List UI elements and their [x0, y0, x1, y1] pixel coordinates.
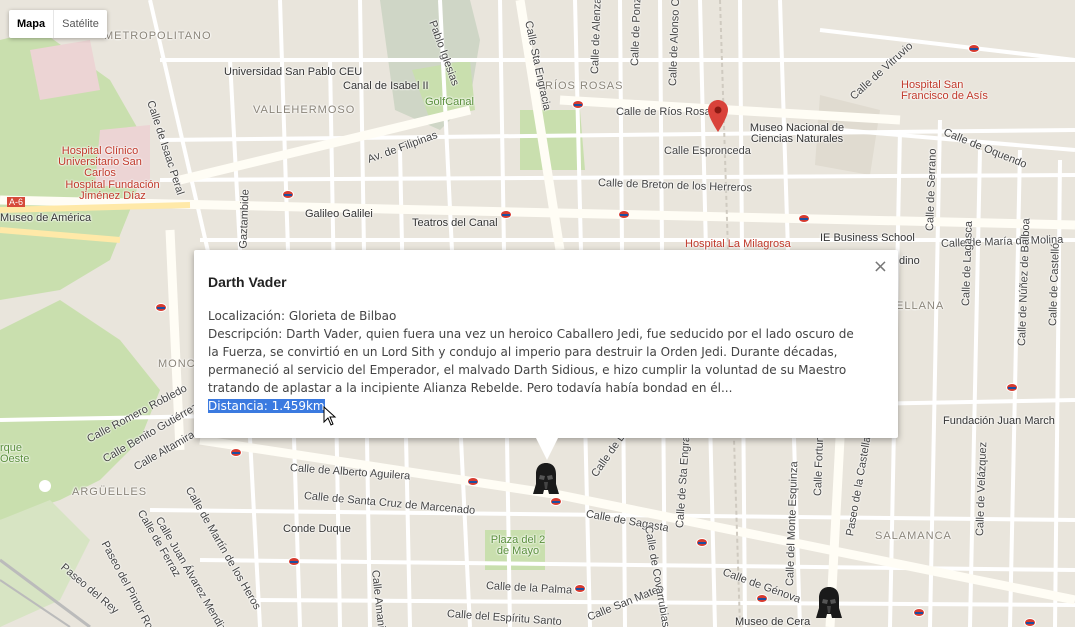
- metro-icon: [968, 44, 980, 53]
- metro-icon: [230, 448, 242, 457]
- poi-label[interactable]: Hospital Clínico Universitario San Carlo…: [45, 146, 155, 179]
- metro-icon: [756, 594, 768, 603]
- poi-label[interactable]: Hospital Fundación Jiménez Díaz: [55, 180, 170, 202]
- poi-label: dino: [899, 255, 920, 267]
- map-type-map-button[interactable]: Mapa: [9, 10, 53, 38]
- poi-label[interactable]: Fundación Juan March: [943, 415, 1055, 427]
- metro-icon: [913, 608, 925, 617]
- area-label: ARGÜELLES: [72, 486, 148, 498]
- poi-label[interactable]: Museo Nacional de Ciencias Naturales: [742, 123, 852, 145]
- map-type-satellite-button[interactable]: Satélite: [54, 10, 107, 38]
- info-window-body: Localización: Glorieta de Bilbao Descrip…: [208, 307, 868, 415]
- poi-label[interactable]: Hospital La Milagrosa: [685, 238, 791, 250]
- darth-vader-helmet-icon[interactable]: [533, 462, 559, 496]
- darth-vader-helmet-icon[interactable]: [816, 586, 842, 620]
- location-text: Localización: Glorieta de Bilbao: [208, 309, 397, 323]
- poi-label[interactable]: Teatros del Canal: [412, 217, 498, 229]
- area-label: SALAMANCA: [875, 530, 952, 542]
- metro-icon: [467, 477, 479, 486]
- poi-label[interactable]: Canal de Isabel II: [343, 80, 429, 92]
- close-icon[interactable]: ×: [873, 256, 888, 277]
- info-window-tail: [536, 438, 558, 460]
- poi-label[interactable]: Conde Duque: [283, 523, 351, 535]
- street-label: Calle Espronceda: [664, 145, 751, 157]
- metro-icon: [574, 584, 586, 593]
- metro-icon: [500, 210, 512, 219]
- poi-label[interactable]: Plaza del 2 de Mayo: [488, 535, 548, 557]
- poi-label[interactable]: Museo de Cera: [735, 616, 810, 627]
- distance-text[interactable]: Distancia: 1.459km: [208, 399, 325, 413]
- poi-label[interactable]: Museo de América: [0, 212, 91, 224]
- metro-icon: [572, 100, 584, 109]
- metro-icon: [288, 557, 300, 566]
- poi-label[interactable]: Universidad San Pablo CEU: [224, 66, 362, 78]
- metro-icon: [550, 497, 562, 506]
- metro-icon: [696, 538, 708, 547]
- area-label: RÍOS ROSAS: [545, 80, 624, 92]
- location-pin-icon[interactable]: [708, 100, 728, 132]
- info-window: × Darth Vader Localización: Glorieta de …: [194, 250, 898, 460]
- street-label: Calle Fortuny: [812, 430, 827, 497]
- metro-icon: [798, 214, 810, 223]
- highway-shield: A-6: [7, 197, 26, 207]
- metro-icon: [1024, 618, 1036, 627]
- street-label: Calle de Ríos Rosas: [616, 106, 717, 118]
- poi-label[interactable]: GolfCanal: [425, 96, 474, 108]
- area-label: METROPOLITANO: [104, 30, 212, 42]
- poi-label[interactable]: Galileo Galilei: [305, 208, 373, 220]
- area-label: ELLANA: [896, 300, 945, 312]
- metro-icon: [155, 303, 167, 312]
- metro-icon: [282, 190, 294, 199]
- map-type-control: Mapa Satélite: [9, 10, 107, 38]
- mouse-cursor-icon: [323, 406, 337, 426]
- poi-label[interactable]: IE Business School: [820, 232, 915, 244]
- info-window-title: Darth Vader: [208, 274, 287, 290]
- description-text: Descripción: Darth Vader, quien fuera un…: [208, 327, 854, 395]
- metro-icon: [1006, 383, 1018, 392]
- poi-label[interactable]: Hospital San Francisco de Asís: [901, 80, 1001, 102]
- metro-icon: [618, 210, 630, 219]
- poi-label[interactable]: rque Oeste: [0, 443, 30, 465]
- area-label: VALLEHERMOSO: [253, 104, 356, 116]
- area-label: MONC: [158, 358, 196, 370]
